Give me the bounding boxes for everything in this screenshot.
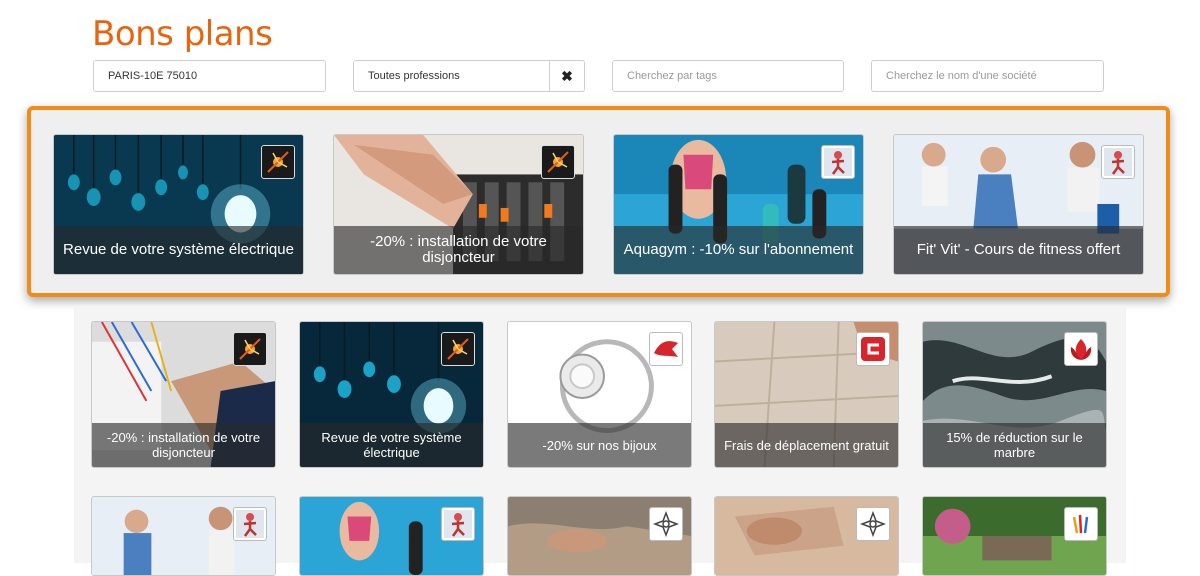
deal-card[interactable]: [299, 496, 484, 576]
fitness-person-icon: [233, 507, 267, 541]
deal-card[interactable]: -20% sur nos bijoux: [507, 321, 692, 468]
profession-select[interactable]: Toutes professions: [353, 60, 550, 92]
deal-caption: Revue de votre système électrique: [300, 423, 483, 467]
location-field[interactable]: PARIS-10E 75010: [93, 60, 326, 92]
featured-deal-card[interactable]: -20% : installation de votre disjoncteur: [333, 134, 584, 275]
deal-caption: Frais de déplacement gratuit: [715, 423, 898, 467]
clear-profession-button[interactable]: ✖: [549, 60, 585, 92]
deal-card[interactable]: [507, 496, 692, 576]
fitness-person-icon: [441, 507, 475, 541]
featured-deal-card[interactable]: Aquagym : -10% sur l'abonnement: [613, 134, 864, 275]
featured-deals-panel: Revue de votre système électrique -20% :…: [27, 106, 1170, 297]
electric-spark-icon: [541, 145, 575, 179]
featured-deal-card[interactable]: Revue de votre système électrique: [53, 134, 304, 275]
deal-card[interactable]: 15% de réduction sur le marbre: [922, 321, 1107, 468]
deal-card[interactable]: [714, 496, 899, 576]
fitness-person-icon: [1101, 145, 1135, 179]
company-search-input[interactable]: Cherchez le nom d'une société: [871, 60, 1104, 92]
deal-caption: Fit' Vit' - Cours de fitness offert: [894, 226, 1143, 274]
deal-caption: Revue de votre système électrique: [54, 226, 303, 274]
tags-search-input[interactable]: Cherchez par tags: [612, 60, 844, 92]
deal-card[interactable]: [91, 496, 276, 576]
garden-logo-icon: [1064, 507, 1098, 541]
deal-card[interactable]: [922, 496, 1107, 576]
featured-deal-card[interactable]: Fit' Vit' - Cours de fitness offert: [893, 134, 1144, 275]
deal-caption: -20% : installation de votre disjoncteur: [334, 226, 583, 274]
page-title: Bons plans: [92, 14, 273, 54]
electric-spark-icon: [261, 145, 295, 179]
flower-star-icon: [649, 507, 683, 541]
flower-star-icon: [856, 507, 890, 541]
jeweler-logo-icon: [649, 332, 683, 366]
electric-spark-icon: [441, 332, 475, 366]
deal-card[interactable]: -20% : installation de votre disjoncteur: [91, 321, 276, 468]
marble-logo-icon: [1064, 332, 1098, 366]
electric-spark-icon: [233, 332, 267, 366]
tiler-logo-icon: [856, 332, 890, 366]
deal-card[interactable]: Frais de déplacement gratuit: [714, 321, 899, 468]
deal-caption: -20% sur nos bijoux: [508, 423, 691, 467]
fitness-person-icon: [821, 145, 855, 179]
deal-caption: 15% de réduction sur le marbre: [923, 423, 1106, 467]
deal-caption: Aquagym : -10% sur l'abonnement: [614, 226, 863, 274]
deal-caption: -20% : installation de votre disjoncteur: [92, 423, 275, 467]
close-icon: ✖: [561, 68, 573, 84]
deal-card[interactable]: Revue de votre système électrique: [299, 321, 484, 468]
